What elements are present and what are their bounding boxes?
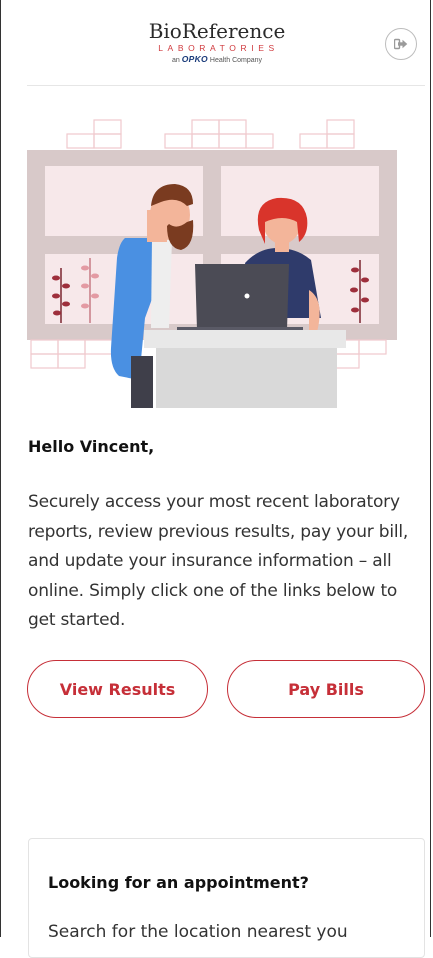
appointment-text: Search for the location nearest you (48, 922, 348, 942)
logo-brand: BioReference (148, 19, 286, 43)
intro-paragraph: Securely access your most recent laborat… (28, 492, 409, 630)
sign-out-icon (394, 38, 408, 50)
logo-parent-brand: OPKO (181, 54, 208, 64)
appointment-card: Looking for an appointment? Search for t… (28, 838, 425, 958)
logo-parent: an OPKO Health Company (137, 54, 297, 66)
logo-sub: LABORATORIES (158, 43, 279, 53)
greeting-heading: Hello Vincent, (28, 437, 155, 456)
people-at-laptop-illustration (27, 119, 397, 408)
view-results-button[interactable]: View Results (27, 660, 208, 718)
logo-parent-suffix: Health Company (209, 57, 263, 64)
pay-bills-button[interactable]: Pay Bills (227, 660, 425, 718)
appointment-title: Looking for an appointment? (48, 873, 309, 892)
logout-button[interactable] (385, 28, 417, 60)
app-header: BioReference LABORATORIES an OPKO Health… (0, 0, 433, 85)
bioreference-logo[interactable]: BioReference LABORATORIES an OPKO Health… (137, 20, 297, 66)
logo-parent-prefix: an (171, 57, 180, 64)
header-divider (27, 85, 425, 86)
